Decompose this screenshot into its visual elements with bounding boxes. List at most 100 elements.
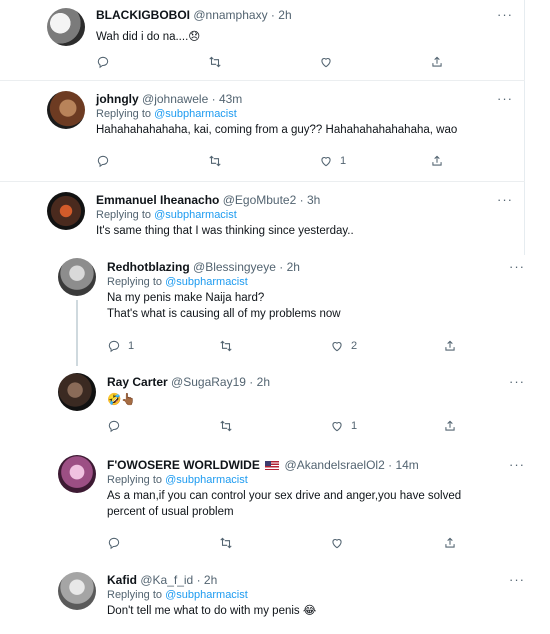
avatar[interactable]	[58, 455, 96, 493]
like-button[interactable]: 2	[330, 339, 357, 353]
like-button[interactable]	[319, 55, 340, 69]
reply-button[interactable]	[107, 419, 128, 433]
mention-link[interactable]: @subpharmacist	[154, 209, 237, 221]
tweet-actions: 1	[96, 154, 496, 170]
replying-to: Replying to @subpharmacist	[96, 107, 457, 122]
handle[interactable]: @nnamphaxy	[193, 8, 267, 22]
mention-link[interactable]: @subpharmacist	[154, 108, 237, 120]
separator: ·	[211, 92, 216, 106]
replying-to: Replying to @subpharmacist	[107, 473, 461, 488]
like-button[interactable]	[330, 536, 351, 550]
tweet[interactable]: Redhotblazing @Blessingyeye · 2h Replyin…	[0, 255, 550, 363]
replying-to-label: Replying to	[96, 108, 152, 120]
tweet[interactable]: Kafid @Ka_f_id · 2h Replying to @subphar…	[0, 565, 550, 634]
mention-link[interactable]: @subpharmacist	[165, 589, 248, 601]
avatar[interactable]	[58, 258, 96, 296]
avatar[interactable]	[58, 572, 96, 610]
tweet-text: It's same thing that I was thinking sinc…	[96, 225, 354, 237]
like-button[interactable]: 1	[319, 154, 346, 168]
share-icon	[432, 155, 442, 166]
tweet[interactable]: Emmanuel Iheanacho @EgoMbute2 · 3h Reply…	[0, 182, 525, 255]
avatar[interactable]	[47, 8, 85, 46]
tweet[interactable]: F'OWOSERE WORLDWIDE @AkandelsraelOl2 · 1…	[0, 453, 550, 565]
retweet-button[interactable]	[208, 55, 229, 69]
display-name[interactable]: johngly	[96, 92, 139, 106]
retweet-button[interactable]	[219, 536, 240, 550]
tweet-header: Kafid @Ka_f_id · 2h	[107, 573, 316, 588]
display-name[interactable]: Emmanuel Iheanacho	[96, 193, 219, 207]
handle[interactable]: @SugaRay19	[171, 375, 246, 389]
more-options-icon[interactable]: ···	[509, 457, 525, 472]
mention-link[interactable]: @subpharmacist	[165, 474, 248, 486]
tweet-header: F'OWOSERE WORLDWIDE @AkandelsraelOl2 · 1…	[107, 458, 461, 473]
retweet-icon	[220, 537, 232, 549]
reply-button[interactable]	[96, 55, 117, 69]
display-name[interactable]: Ray Carter	[107, 375, 168, 389]
replying-to: Replying to @subpharmacist	[107, 588, 316, 603]
timestamp[interactable]: 43m	[219, 92, 242, 106]
timestamp[interactable]: 2h	[278, 8, 291, 22]
mention-link[interactable]: @subpharmacist	[165, 276, 248, 288]
avatar[interactable]	[58, 373, 96, 411]
share-button[interactable]	[443, 536, 457, 550]
more-options-icon[interactable]: ···	[509, 259, 525, 274]
share-icon	[445, 340, 455, 351]
tweet[interactable]: Ray Carter @SugaRay19 · 2h 🤣👆🏾 ··· 1	[0, 363, 550, 453]
like-icon	[332, 342, 342, 352]
retweet-icon	[220, 340, 232, 352]
more-options-icon[interactable]: ···	[497, 91, 513, 106]
tweet-header: BLACKIGBOBOI @nnamphaxy · 2h	[96, 8, 292, 23]
share-button[interactable]	[430, 55, 444, 69]
tweet-header: johngly @johnawele · 43m	[96, 92, 457, 107]
tweet-header: Emmanuel Iheanacho @EgoMbute2 · 3h	[96, 193, 354, 208]
more-options-icon[interactable]: ···	[509, 572, 525, 587]
more-options-icon[interactable]: ···	[509, 374, 525, 389]
tweet-text-line: As a man,if you can control your sex dri…	[107, 490, 462, 502]
separator: ·	[388, 458, 393, 472]
reply-button[interactable]: 1	[107, 339, 134, 353]
tweet-text: Don't tell me what to do with my penis 😂	[107, 605, 317, 617]
share-icon	[432, 56, 442, 67]
more-options-icon[interactable]: ···	[497, 7, 513, 22]
share-button[interactable]	[443, 419, 457, 433]
avatar[interactable]	[47, 91, 85, 129]
like-icon	[321, 157, 331, 167]
tweet-actions: 1	[107, 419, 507, 435]
replying-to-label: Replying to	[96, 209, 152, 221]
handle[interactable]: @johnawele	[142, 92, 208, 106]
retweet-button[interactable]	[219, 339, 240, 353]
timestamp[interactable]: 2h	[287, 260, 300, 274]
replying-to-label: Replying to	[107, 276, 163, 288]
share-button[interactable]	[430, 154, 444, 168]
tweet[interactable]: BLACKIGBOBOI @nnamphaxy · 2h Wah did i d…	[0, 0, 525, 81]
tweet-text-line: percent of usual problem	[107, 506, 234, 518]
reply-button[interactable]	[96, 154, 117, 168]
tweet[interactable]: johngly @johnawele · 43m Replying to @su…	[0, 81, 525, 182]
retweet-button[interactable]	[219, 419, 240, 433]
handle[interactable]: @EgoMbute2	[223, 193, 297, 207]
reply-button[interactable]	[107, 536, 128, 550]
tweet-actions: 1 2	[107, 339, 507, 355]
timestamp[interactable]: 3h	[307, 193, 320, 207]
retweet-button[interactable]	[208, 154, 229, 168]
reply-icon	[97, 56, 109, 69]
replying-to-label: Replying to	[107, 589, 163, 601]
timestamp[interactable]: 2h	[257, 375, 270, 389]
handle[interactable]: @Blessingyeye	[193, 260, 276, 274]
display-name[interactable]: F'OWOSERE WORLDWIDE	[107, 458, 260, 472]
more-options-icon[interactable]: ···	[497, 192, 513, 207]
handle[interactable]: @AkandelsraelOl2	[285, 458, 385, 472]
retweet-icon	[209, 56, 221, 68]
handle[interactable]: @Ka_f_id	[140, 573, 193, 587]
timestamp[interactable]: 2h	[204, 573, 217, 587]
share-icon	[445, 537, 455, 548]
display-name[interactable]: BLACKIGBOBOI	[96, 8, 190, 22]
like-button[interactable]: 1	[330, 419, 357, 433]
display-name[interactable]: Kafid	[107, 573, 137, 587]
share-button[interactable]	[443, 339, 457, 353]
avatar[interactable]	[47, 192, 85, 230]
tweet-text-line: Na my penis make Naija hard?	[107, 292, 265, 304]
display-name[interactable]: Redhotblazing	[107, 260, 190, 274]
tweet-text: Wah did i do na....😞	[96, 31, 201, 43]
timestamp[interactable]: 14m	[395, 458, 418, 472]
